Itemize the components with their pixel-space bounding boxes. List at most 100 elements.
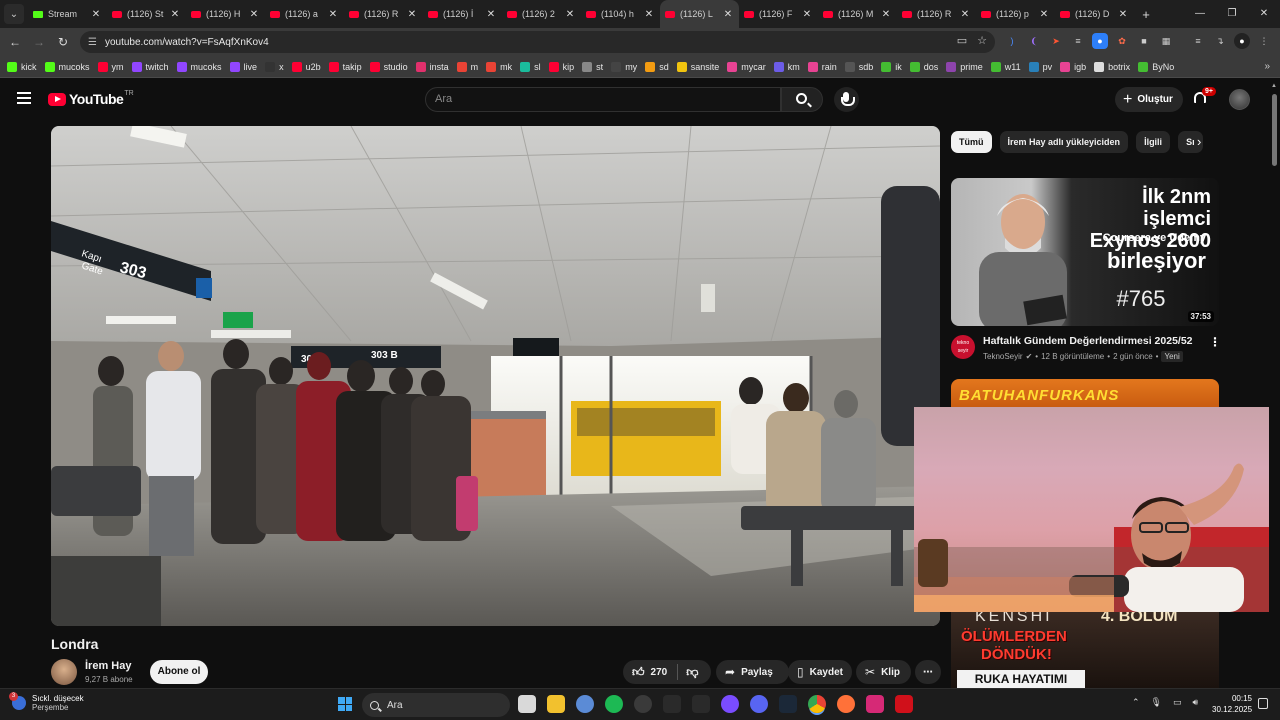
bookmark-item[interactable]: sd bbox=[645, 61, 669, 72]
browser-tab[interactable]: (1126) R ✕ bbox=[344, 0, 423, 28]
address-bar[interactable]: ☰ youtube.com/watch?v=FsAqfXnKov4 ▭ ☆ bbox=[80, 31, 995, 53]
rec-more-icon[interactable]: ⋮ bbox=[1209, 335, 1221, 349]
rec-channel-avatar[interactable]: tekno seyir bbox=[951, 335, 975, 359]
bookmark-star-icon[interactable]: ☆ bbox=[977, 34, 987, 47]
bookmark-item[interactable]: mucoks bbox=[44, 61, 90, 72]
close-tab-icon[interactable]: ✕ bbox=[1117, 9, 1129, 20]
start-button[interactable] bbox=[338, 697, 352, 711]
guide-menu-icon[interactable] bbox=[17, 92, 31, 104]
extension-icon-4[interactable]: ≡ bbox=[1070, 33, 1086, 49]
close-window-button[interactable]: ✕ bbox=[1248, 0, 1280, 28]
bookmark-item[interactable]: mycar bbox=[727, 61, 766, 72]
site-info-icon[interactable]: ☰ bbox=[88, 37, 97, 48]
rec-thumbnail-3[interactable]: KENSHI 4. BÖLÜM ÖLÜMLERDEN DÖNDÜK! RUKA … bbox=[951, 612, 1219, 688]
tab-search-button[interactable]: ⌄ bbox=[4, 4, 24, 24]
bookmark-item[interactable]: km bbox=[773, 61, 800, 72]
subscribe-button[interactable]: Abone ol bbox=[150, 660, 208, 684]
bookmark-item[interactable]: u2b bbox=[291, 61, 321, 72]
close-tab-icon[interactable]: ✕ bbox=[880, 9, 892, 20]
bookmark-item[interactable]: igb bbox=[1060, 61, 1086, 72]
search-button[interactable] bbox=[781, 87, 823, 112]
scrollbar-thumb[interactable] bbox=[1272, 94, 1277, 166]
extension-icon-1[interactable]: ) bbox=[1004, 33, 1020, 49]
bookmark-item[interactable]: sdb bbox=[844, 61, 873, 72]
bookmarks-overflow-icon[interactable]: » bbox=[1264, 61, 1270, 72]
browser-tab[interactable]: (1126) a ✕ bbox=[265, 0, 344, 28]
close-tab-icon[interactable]: ✕ bbox=[564, 9, 576, 20]
obs-icon[interactable] bbox=[634, 695, 652, 713]
bookmark-item[interactable]: sansite bbox=[676, 61, 719, 72]
close-tab-icon[interactable]: ✕ bbox=[327, 9, 339, 20]
bookmark-item[interactable]: mucoks bbox=[176, 61, 222, 72]
search-input[interactable]: Ara bbox=[425, 87, 781, 112]
instagram-icon[interactable] bbox=[866, 695, 884, 713]
app-icon-14[interactable] bbox=[895, 695, 913, 713]
browser-tab[interactable]: (1126) R ✕ bbox=[897, 0, 976, 28]
close-tab-icon[interactable]: ✕ bbox=[1038, 9, 1050, 20]
app-icon-7[interactable] bbox=[692, 695, 710, 713]
bookmark-item[interactable]: sl bbox=[520, 61, 541, 72]
bookmark-item[interactable]: ByNo bbox=[1138, 61, 1174, 72]
extensions-puzzle-icon[interactable]: ▦ bbox=[1158, 33, 1174, 49]
rec-thumbnail-1[interactable]: İlk 2nm işlemci Exynos 2600 Coursera ve U… bbox=[951, 178, 1219, 326]
spotify-icon[interactable] bbox=[605, 695, 623, 713]
filter-chip[interactable]: Tümü bbox=[951, 131, 992, 153]
close-tab-icon[interactable]: ✕ bbox=[959, 9, 971, 20]
more-actions-button[interactable]: ⋯ bbox=[915, 660, 941, 684]
bookmark-item[interactable]: ik bbox=[881, 61, 902, 72]
chrome-icon[interactable] bbox=[808, 695, 826, 713]
close-tab-icon[interactable]: ✕ bbox=[485, 9, 497, 20]
chips-next-icon[interactable]: › bbox=[1197, 134, 1201, 149]
firefox-icon[interactable] bbox=[837, 695, 855, 713]
weather-widget[interactable]: 3 Sıckl. düşecek Perşembe bbox=[9, 692, 84, 712]
bookmark-item[interactable]: kick bbox=[7, 61, 37, 72]
notifications-button[interactable]: 9+ bbox=[1193, 87, 1216, 105]
bookmark-item[interactable]: botrix bbox=[1094, 61, 1130, 72]
close-tab-icon[interactable]: ✕ bbox=[90, 9, 102, 20]
video-player[interactable]: Kapı Gate 303 303 A 303 B bbox=[51, 126, 940, 626]
microphone-icon[interactable]: 🎙︎ bbox=[1151, 697, 1162, 708]
filter-chip[interactable]: İlgili bbox=[1136, 131, 1171, 153]
browser-tab[interactable]: (1126) 2 ✕ bbox=[502, 0, 581, 28]
bookmark-item[interactable]: rain bbox=[807, 61, 837, 72]
bookmark-item[interactable]: my bbox=[611, 61, 637, 72]
tray-overflow-icon[interactable]: ⌃ bbox=[1132, 697, 1140, 708]
bookmark-item[interactable]: m bbox=[456, 61, 478, 72]
restore-button[interactable]: ❐ bbox=[1216, 0, 1248, 28]
browser-tab[interactable]: Stream ✕ bbox=[28, 0, 107, 28]
browser-tab[interactable]: (1126) L ✕ bbox=[660, 0, 739, 28]
volume-icon[interactable]: 🔊︎ bbox=[1193, 697, 1199, 708]
youtube-logo[interactable]: YouTube TR bbox=[48, 90, 134, 107]
new-tab-button[interactable]: + bbox=[1134, 7, 1158, 22]
back-button[interactable]: ← bbox=[3, 35, 27, 49]
browser-tab[interactable]: (1126) F ✕ bbox=[739, 0, 818, 28]
browser-menu-icon[interactable]: ⋮ bbox=[1256, 33, 1272, 49]
cast-icon[interactable]: ▭ bbox=[957, 34, 967, 47]
rec-video-title[interactable]: Haftalık Gündem Değerlendirmesi 2025/52 bbox=[983, 335, 1193, 347]
page-scrollbar[interactable]: ▲ bbox=[1269, 80, 1280, 688]
scroll-up-icon[interactable]: ▲ bbox=[1271, 83, 1277, 89]
filter-chip[interactable]: İrem Hay adlı yükleyiciden bbox=[999, 131, 1129, 153]
profile-avatar-icon[interactable]: ● bbox=[1234, 33, 1250, 49]
extension-icon-2[interactable]: ❨ bbox=[1026, 33, 1042, 49]
channel-avatar[interactable] bbox=[51, 659, 77, 685]
browser-tab[interactable]: (1126) M ✕ bbox=[818, 0, 897, 28]
bookmark-item[interactable]: dos bbox=[909, 61, 938, 72]
network-icon[interactable]: ▭ bbox=[1173, 697, 1182, 708]
browser-tab[interactable]: (1126) İ ✕ bbox=[423, 0, 502, 28]
bookmark-item[interactable]: kip bbox=[548, 61, 574, 72]
taskbar-search[interactable]: Ara bbox=[362, 693, 510, 717]
bookmark-item[interactable]: pv bbox=[1028, 61, 1052, 72]
bookmark-item[interactable]: st bbox=[582, 61, 603, 72]
downloads-icon[interactable]: ↴ bbox=[1212, 33, 1228, 49]
like-icon[interactable]: 👍︎ bbox=[632, 665, 645, 680]
minimize-button[interactable]: — bbox=[1184, 0, 1216, 28]
app-icon-8[interactable] bbox=[721, 695, 739, 713]
close-tab-icon[interactable]: ✕ bbox=[722, 9, 734, 20]
browser-tab[interactable]: (1126) D ✕ bbox=[1055, 0, 1134, 28]
account-avatar[interactable] bbox=[1229, 89, 1250, 110]
browser-tab[interactable]: (1126) St ✕ bbox=[107, 0, 186, 28]
channel-name[interactable]: İrem Hay bbox=[85, 660, 131, 672]
browser-tab[interactable]: (1126) H ✕ bbox=[186, 0, 265, 28]
like-count[interactable]: 270 bbox=[651, 667, 668, 678]
